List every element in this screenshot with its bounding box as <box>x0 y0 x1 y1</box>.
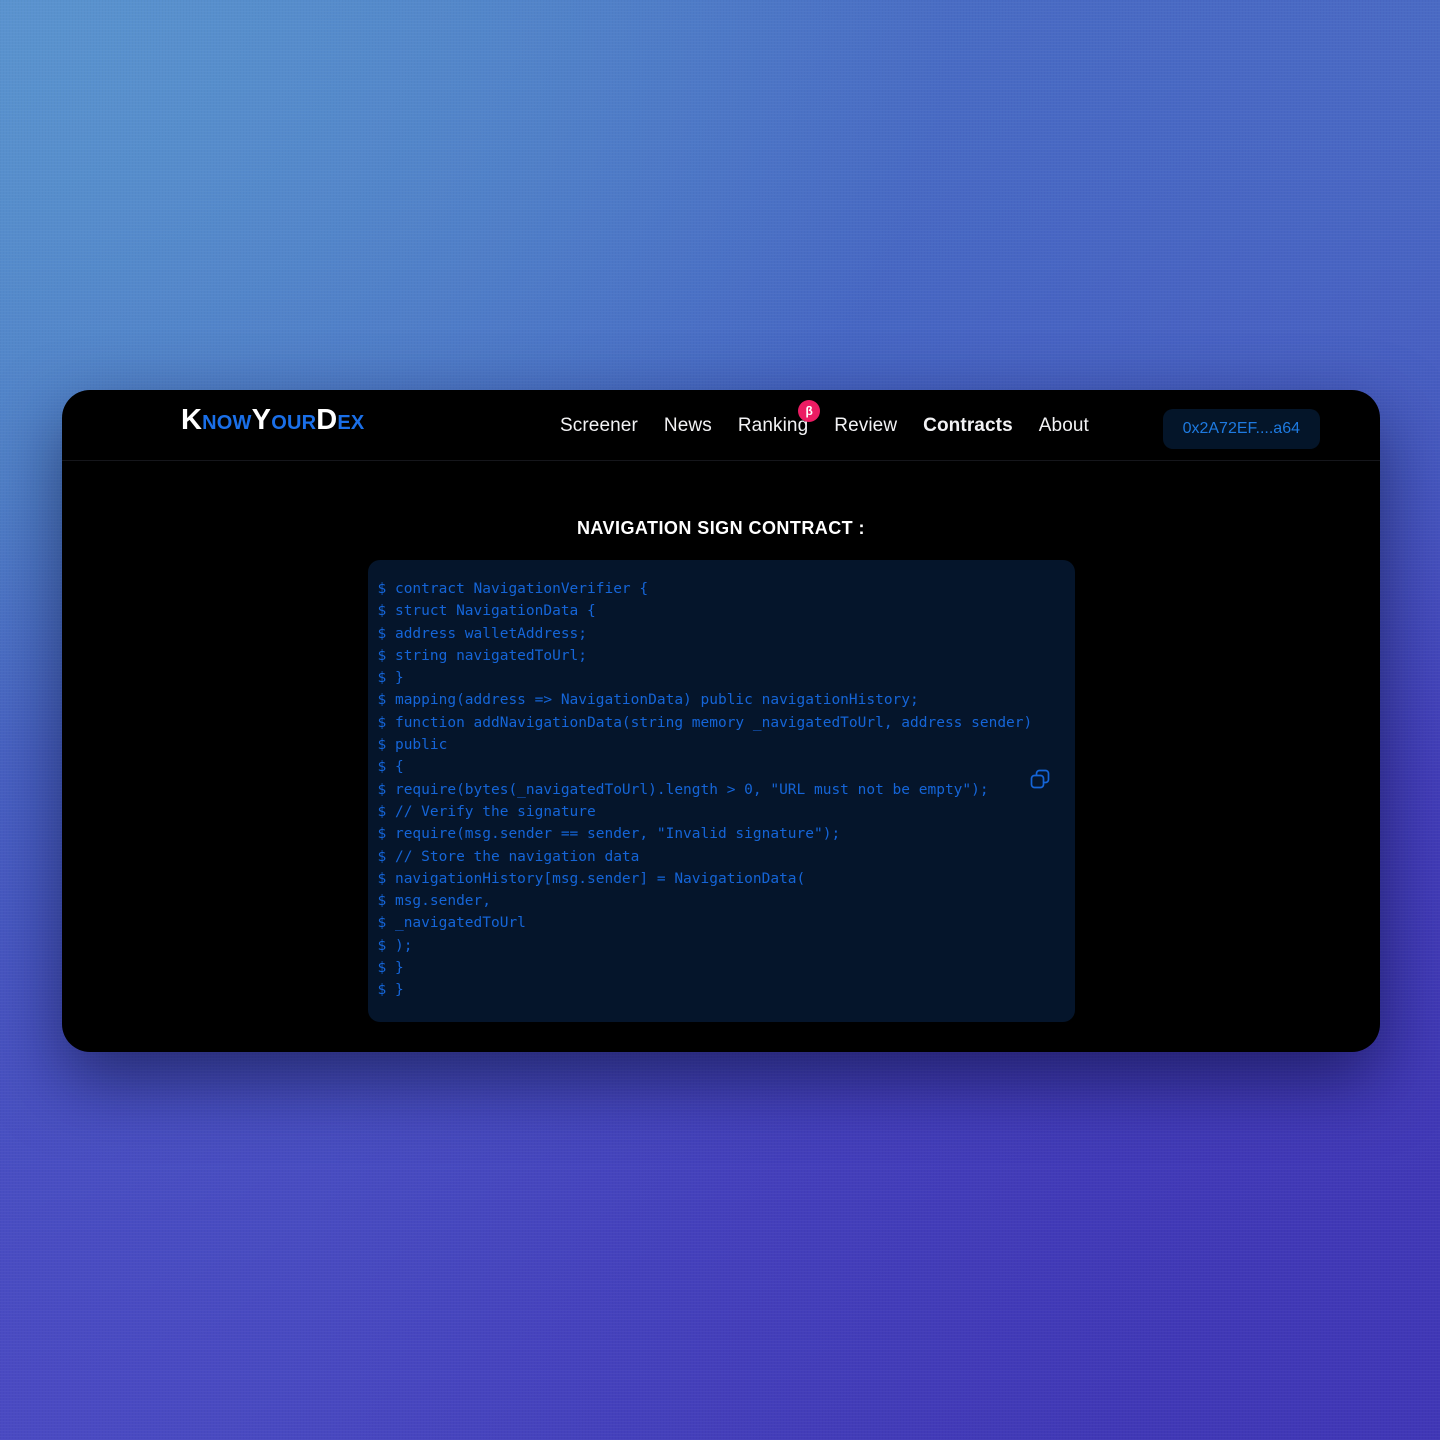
code-line-text: string navigatedToUrl; <box>386 647 588 664</box>
code-prompt: $ <box>377 581 387 597</box>
code-line-text: address walletAddress; <box>386 625 588 642</box>
code-prompt: $ <box>377 870 387 887</box>
code-prompt: $ <box>377 826 387 843</box>
code-prompt: $ <box>377 647 387 664</box>
code-line: $ } <box>378 957 1053 979</box>
code-line: $ } <box>378 667 1053 689</box>
code-line-text: struct NavigationData { <box>386 603 596 620</box>
code-prompt: $ <box>377 893 387 910</box>
nav-item-news[interactable]: News <box>664 415 712 437</box>
code-line: $ mapping(address => NavigationData) pub… <box>378 689 1053 711</box>
code-prompt: $ <box>377 670 387 687</box>
code-line: $ contract NavigationVerifier { <box>378 578 1053 600</box>
code-prompt: $ <box>377 960 387 977</box>
code-lines: $ contract NavigationVerifier {$ struct … <box>378 578 1053 1002</box>
code-line-text: require(bytes(_navigatedToUrl).length > … <box>386 781 989 798</box>
code-prompt: $ <box>377 982 387 999</box>
code-line-text: } <box>386 982 404 999</box>
code-line-text: msg.sender, <box>386 893 491 910</box>
copy-icon[interactable] <box>1027 766 1053 792</box>
navigation-sign-contract-code-block: $ contract NavigationVerifier {$ struct … <box>367 560 1075 1022</box>
nav-item-about[interactable]: About <box>1039 415 1089 437</box>
brand-logo-part-3: OUR <box>271 412 317 434</box>
code-line: $ } <box>378 979 1053 1001</box>
code-prompt: $ <box>377 603 387 620</box>
code-line: $ _navigatedToUrl <box>378 912 1053 934</box>
copy-icon-glyph <box>1030 769 1049 789</box>
code-prompt: $ <box>377 803 387 820</box>
nav-item-label: Contracts <box>923 414 1013 436</box>
nav-item-contracts[interactable]: Contracts <box>923 415 1013 437</box>
code-line: $ function addNavigationData(string memo… <box>378 712 1053 734</box>
code-line-text: navigationHistory[msg.sender] = Navigati… <box>386 870 806 887</box>
code-prompt: $ <box>377 915 387 932</box>
wallet-address-button[interactable]: 0x2A72EF....a64 <box>1162 409 1320 449</box>
code-prompt: $ <box>377 714 387 731</box>
main-nav: Screener News Ranking β Review Contracts About <box>560 390 1089 461</box>
code-line-text: contract NavigationVerifier { <box>386 581 649 597</box>
top-navigation-bar: KNOWYOURDEX Screener News Ranking β Review Co… <box>62 390 1380 461</box>
code-line-text: // Store the navigation data <box>386 848 640 865</box>
nav-item-label: Ranking <box>737 414 809 436</box>
code-line: $ // Verify the signature <box>378 801 1053 823</box>
wallet-address-label: 0x2A72EF....a64 <box>1182 420 1300 437</box>
code-line-text: { <box>386 759 404 776</box>
nav-item-label: About <box>1038 414 1089 436</box>
brand-logo-part-1: NOW <box>202 412 252 434</box>
code-line: $ // Store the navigation data <box>378 846 1053 868</box>
code-prompt: $ <box>377 625 387 642</box>
code-prompt: $ <box>377 692 387 709</box>
brand-logo-part-5: EX <box>337 412 365 434</box>
nav-item-label: Screener <box>560 414 638 436</box>
code-line: $ address walletAddress; <box>378 623 1053 645</box>
code-line-text: } <box>386 670 404 687</box>
code-line: $ require(msg.sender == sender, "Invalid… <box>378 823 1053 845</box>
beta-badge: β <box>798 399 821 422</box>
code-line: $ require(bytes(_navigatedToUrl).length … <box>378 779 1053 801</box>
code-line-text: public <box>386 737 448 754</box>
brand-logo-part-0: K <box>181 404 203 436</box>
code-prompt: $ <box>377 848 387 865</box>
code-line-text: mapping(address => NavigationData) publi… <box>386 692 919 709</box>
brand-logo-part-2: Y <box>251 404 272 436</box>
brand-logo-part-4: D <box>316 404 338 436</box>
nav-item-label: Review <box>834 414 898 436</box>
code-line-text: } <box>386 960 404 977</box>
nav-item-screener[interactable]: Screener <box>560 415 638 437</box>
code-line: $ string navigatedToUrl; <box>378 645 1053 667</box>
code-line-text: ); <box>386 937 413 954</box>
code-line: $ msg.sender, <box>378 890 1053 912</box>
code-line-text: _navigatedToUrl <box>386 915 526 932</box>
code-line: $ navigationHistory[msg.sender] = Naviga… <box>378 868 1053 890</box>
code-line: $ struct NavigationData { <box>378 600 1053 622</box>
code-line-text: // Verify the signature <box>386 803 596 820</box>
code-prompt: $ <box>377 737 387 754</box>
nav-item-label: News <box>663 414 712 436</box>
brand-logo[interactable]: KNOWYOURDEX <box>181 406 364 435</box>
code-line: $ ); <box>378 935 1053 957</box>
code-line-text: require(msg.sender == sender, "Invalid s… <box>386 826 841 843</box>
code-prompt: $ <box>377 759 387 776</box>
navigation-sign-contract-title: NAVIGATION SIGN CONTRACT : <box>576 518 866 538</box>
app-window: KNOWYOURDEX Screener News Ranking β Review Co… <box>62 390 1380 1052</box>
code-prompt: $ <box>377 781 387 798</box>
code-line: $ public <box>378 734 1053 756</box>
page-body: NAVIGATION SIGN CONTRACT : $ contract Na… <box>62 461 1380 1051</box>
code-line-text: function addNavigationData(string memory… <box>386 714 1033 731</box>
nav-item-ranking[interactable]: Ranking β <box>737 399 821 437</box>
code-line: $ { <box>378 756 1053 778</box>
code-prompt: $ <box>377 937 387 954</box>
nav-item-review[interactable]: Review <box>834 415 897 437</box>
